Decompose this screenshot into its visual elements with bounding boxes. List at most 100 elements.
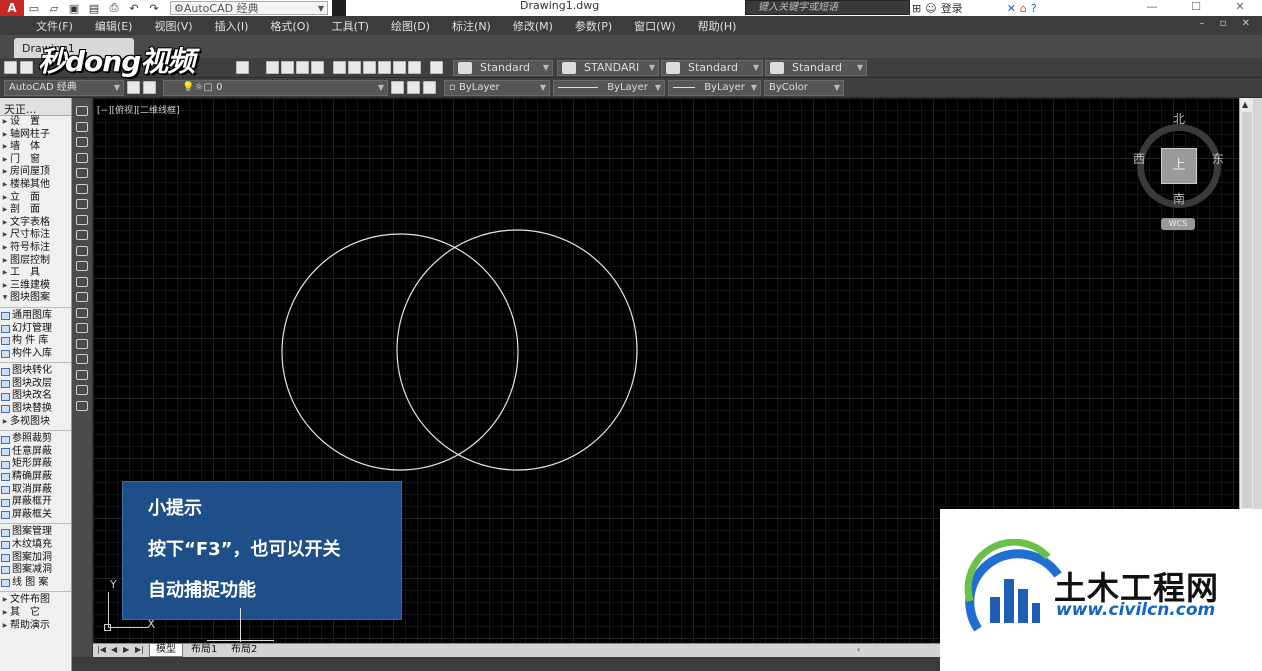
color-select[interactable]: ▫ ByLayer ▼	[444, 80, 550, 96]
palette-item[interactable]: ▶ 多视图块	[0, 416, 71, 429]
compass-east[interactable]: 东	[1212, 150, 1224, 167]
plot-style-select[interactable]: ByColor ▼	[764, 80, 844, 96]
binoculars-icon[interactable]: ⊞	[912, 2, 921, 15]
menu-edit[interactable]: 编辑(E)	[95, 18, 133, 34]
revision-cloud-icon[interactable]	[76, 214, 88, 225]
ellipse-icon[interactable]	[76, 245, 88, 256]
palette-item[interactable]: 精确屏蔽	[0, 471, 71, 484]
gradient-icon[interactable]	[76, 338, 88, 349]
layer-states-icon[interactable]	[423, 81, 436, 94]
palette-item[interactable]: ▶ 墙 体	[0, 141, 71, 154]
lineweight-select[interactable]: ByLayer ▼	[668, 80, 761, 96]
next-layout-icon[interactable]: ▶	[123, 645, 129, 654]
palette-item[interactable]: 图案管理	[0, 526, 71, 539]
workspace-dropdown[interactable]: AutoCAD 经典 ▼	[4, 80, 124, 96]
save-as-icon[interactable]: ▤	[84, 0, 104, 16]
palette-item[interactable]: ▶ 门 窗	[0, 154, 71, 167]
scroll-up-icon[interactable]: ▲	[1242, 100, 1248, 109]
palette-item[interactable]: 图块转化	[0, 365, 71, 378]
make-current-icon[interactable]	[391, 81, 404, 94]
ellipse-arc-icon[interactable]	[76, 261, 88, 271]
design-center-icon[interactable]	[348, 61, 361, 74]
table-style-select[interactable]: Standard ▼	[661, 60, 763, 76]
menu-parametric[interactable]: 参数(P)	[575, 18, 612, 34]
previous-layout-icon[interactable]: ◀	[111, 645, 117, 654]
redo-icon[interactable]	[236, 61, 249, 74]
properties-icon[interactable]	[333, 61, 346, 74]
palette-item[interactable]: 图案加洞	[0, 552, 71, 565]
login-link[interactable]: 登录	[941, 0, 963, 16]
scrollbar-thumb[interactable]	[1242, 112, 1252, 508]
menu-draw[interactable]: 绘图(D)	[391, 18, 430, 34]
table-icon[interactable]	[76, 369, 88, 380]
vertical-scrollbar[interactable]: ▲	[1239, 98, 1253, 509]
exchange-icon[interactable]: ✕	[1007, 2, 1016, 15]
tool-palettes-icon[interactable]	[363, 61, 376, 74]
circle-right[interactable]	[396, 229, 638, 471]
palette-item[interactable]: ▶ 尺寸标注	[0, 229, 71, 242]
palette-item[interactable]: ▶ 剖 面	[0, 204, 71, 217]
layer-properties-icon[interactable]	[143, 81, 156, 94]
maximize-button[interactable]: ☐	[1174, 0, 1218, 16]
rectangle-icon[interactable]	[76, 168, 88, 178]
hatch-icon[interactable]	[76, 323, 88, 333]
open-icon[interactable]	[20, 61, 33, 74]
palette-item[interactable]: 图块改层	[0, 378, 71, 391]
workspace-select[interactable]: ⚙ AutoCAD 经典 ▼	[170, 1, 328, 15]
markup-icon[interactable]	[393, 61, 406, 74]
scroll-left-icon[interactable]: ‹	[857, 645, 860, 654]
multileader-style-select[interactable]: Standard ▼	[765, 60, 867, 76]
palette-item[interactable]: 通用图库	[0, 310, 71, 323]
menu-window[interactable]: 窗口(W)	[634, 18, 675, 34]
region-icon[interactable]	[76, 354, 88, 364]
minimize-button[interactable]: —	[1130, 0, 1174, 16]
wcs-menu[interactable]: WCS	[1161, 218, 1195, 230]
viewcube[interactable]: 上 北 南 东 西 WCS	[1133, 108, 1233, 238]
menu-insert[interactable]: 插入(I)	[215, 18, 249, 34]
help-icon[interactable]: ?	[1031, 2, 1037, 15]
quick-access-customize[interactable]	[332, 0, 346, 16]
palette-item[interactable]: 幻灯管理	[0, 323, 71, 336]
palette-item[interactable]: ▶ 房间屋顶	[0, 166, 71, 179]
palette-item[interactable]: ▶ 帮助演示	[0, 620, 71, 633]
palette-item[interactable]: 屏蔽框开	[0, 496, 71, 509]
pan-icon[interactable]	[266, 61, 279, 74]
palette-item[interactable]: ▶ 工 具	[0, 267, 71, 280]
palette-item[interactable]: 木纹填充	[0, 539, 71, 552]
text-style-select[interactable]: Standard ▼	[453, 60, 553, 76]
palette-item[interactable]: 任意屏蔽	[0, 446, 71, 459]
linetype-select[interactable]: ByLayer ▼	[553, 80, 665, 96]
mtext-icon[interactable]	[76, 385, 88, 395]
polyline-icon[interactable]	[76, 137, 88, 147]
palette-item[interactable]: 构 件 库	[0, 335, 71, 348]
menu-dimension[interactable]: 标注(N)	[452, 18, 491, 34]
palette-item[interactable]: ▶ 楼梯其他	[0, 179, 71, 192]
palette-item[interactable]: 构件入库	[0, 348, 71, 361]
redo-icon[interactable]: ↷	[144, 0, 164, 16]
insert-block-icon[interactable]	[76, 276, 88, 287]
construction-line-icon[interactable]	[76, 121, 88, 132]
palette-item[interactable]: ▶ 符号标注	[0, 242, 71, 255]
add-selected-icon[interactable]	[76, 400, 88, 411]
palette-item[interactable]: ▶ 三维建模	[0, 280, 71, 293]
palette-item[interactable]: ▼ 图块图案	[0, 292, 71, 305]
autodesk-360-icon[interactable]: ⌂	[1020, 2, 1027, 15]
palette-item[interactable]: 矩形屏蔽	[0, 458, 71, 471]
sheet-set-icon[interactable]	[378, 61, 391, 74]
last-layout-icon[interactable]: ▶|	[135, 645, 144, 654]
menu-view[interactable]: 视图(V)	[154, 18, 192, 34]
polygon-icon[interactable]	[76, 152, 88, 163]
first-layout-icon[interactable]: |◀	[97, 645, 106, 654]
palette-item[interactable]: ▶ 文件布图	[0, 594, 71, 607]
make-block-icon[interactable]	[76, 292, 88, 302]
new-icon[interactable]	[4, 61, 17, 74]
point-icon[interactable]	[76, 307, 88, 318]
arc-icon[interactable]	[76, 183, 88, 194]
menu-file[interactable]: 文件(F)	[36, 18, 73, 34]
close-button[interactable]: ✕	[1218, 0, 1262, 16]
compass-south[interactable]: 南	[1173, 190, 1185, 207]
undo-icon[interactable]: ↶	[124, 0, 144, 16]
palette-item[interactable]: 图案减洞	[0, 564, 71, 577]
tab-layout1[interactable]: 布局1	[185, 644, 223, 657]
palette-item[interactable]: ▶ 设 置	[0, 116, 71, 129]
